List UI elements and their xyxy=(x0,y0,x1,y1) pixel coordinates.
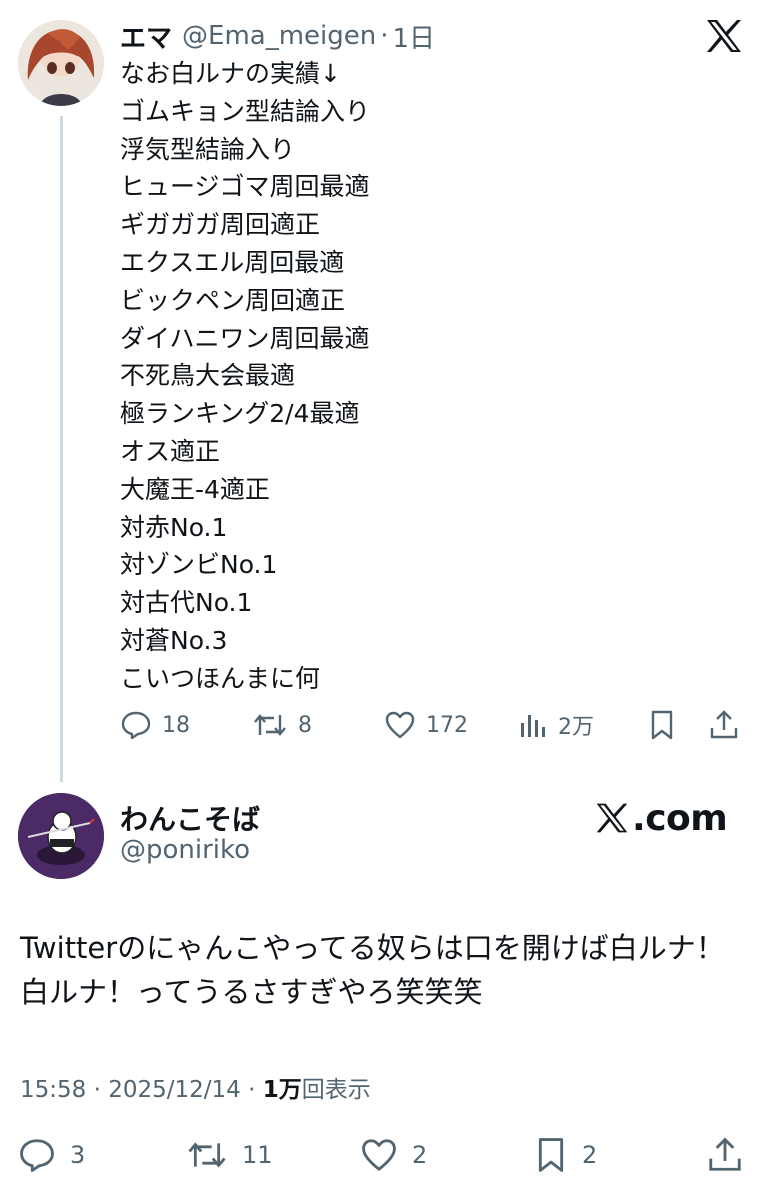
watermark-text: com xyxy=(645,797,728,839)
reply-icon xyxy=(20,1139,54,1172)
tweet-line: ヒュージゴマ周回最適 xyxy=(120,172,370,202)
tweet-line: 対ゾンビNo.1 xyxy=(120,550,278,580)
author-name[interactable]: わんこそば xyxy=(120,798,260,838)
bookmark-icon xyxy=(651,710,673,740)
reply-button[interactable]: 18 xyxy=(120,703,190,747)
retweet-icon xyxy=(254,714,286,736)
tweet-line: 対赤No.1 xyxy=(120,512,228,542)
reply-button[interactable]: 3 xyxy=(18,1133,85,1177)
views-label: 回表示 xyxy=(301,1077,371,1103)
x-com-watermark: . com xyxy=(594,796,728,840)
tweet-line: ダイハニワン周回最適 xyxy=(120,323,370,353)
tweet-line: 対蒼No.3 xyxy=(120,625,228,655)
author-name[interactable]: エマ xyxy=(120,18,172,55)
like-button[interactable]: 172 xyxy=(384,703,468,747)
thread-connector-line xyxy=(60,116,63,782)
tweet2-meta: 15:58 · 2025/12/14 · 1万回表示 xyxy=(20,1070,371,1104)
author-handle[interactable]: @Ema_meigen xyxy=(182,21,376,51)
share-button[interactable] xyxy=(708,703,740,747)
avatar-image xyxy=(18,20,104,106)
reply-icon xyxy=(121,711,151,740)
views-icon xyxy=(521,715,545,737)
tweet1-header: エマ @Ema_meigen · 1日 xyxy=(120,18,436,55)
tweet-line: 対古代No.1 xyxy=(120,588,253,618)
like-button[interactable]: 2 xyxy=(360,1133,427,1177)
tweet-line: オス適正 xyxy=(120,436,221,466)
author-avatar[interactable] xyxy=(18,20,104,106)
retweet-count: 8 xyxy=(298,712,312,738)
tweet1-action-bar: 18 8 172 2万 xyxy=(120,703,745,747)
tweet-line: 浮気型結論入り xyxy=(120,134,296,164)
views-count: 2万 xyxy=(558,715,594,740)
like-count: 2 xyxy=(412,1141,428,1169)
like-count: 172 xyxy=(426,712,468,738)
tweet-line: 極ランキング2/4最適 xyxy=(120,399,360,429)
tweet-line: ゴムキョン型結論入り xyxy=(120,96,371,126)
bookmark-icon xyxy=(538,1138,564,1172)
tweet-line: なお白ルナの実績↓ xyxy=(120,59,341,88)
bookmark-button[interactable]: 2 xyxy=(534,1133,597,1177)
bookmark-button[interactable] xyxy=(648,703,676,747)
tweet-line: ギガガガ周回適正 xyxy=(120,210,321,240)
reply-count: 18 xyxy=(162,712,190,738)
author-avatar[interactable] xyxy=(18,793,104,879)
views-button[interactable]: 2万 xyxy=(518,703,594,747)
tweet-line: こいつほんまに何 xyxy=(120,663,321,693)
x-logo-icon[interactable] xyxy=(704,18,744,54)
tweet1-text: なお白ルナの実績↓ ゴムキョン型結論入り 浮気型結論入りヒュージゴマ周回最適 ギガガガ… xyxy=(120,55,370,698)
retweet-count: 11 xyxy=(242,1141,273,1169)
x-logo-icon xyxy=(596,803,628,833)
tweet-line: ビックペン周回適正 xyxy=(120,285,346,315)
separator-dot: · xyxy=(380,21,389,51)
views-count: 1万 xyxy=(262,1077,302,1103)
reply-count: 3 xyxy=(70,1141,86,1169)
tweet2-text: Twitterのにゃんこやってる奴らは口を開けば白ルナ！白ルナ！ってうるさすぎや… xyxy=(20,931,725,1009)
tweet-time[interactable]: 15:58 xyxy=(20,1077,86,1103)
tweet-line: 不死鳥大会最適 xyxy=(120,361,296,391)
tweet-timestamp[interactable]: 1日 xyxy=(393,18,436,55)
tweet-line: エクスエル周回最適 xyxy=(120,247,345,277)
author-handle[interactable]: @poniriko xyxy=(120,835,250,865)
bookmark-count: 2 xyxy=(582,1141,598,1169)
tweet-date[interactable]: 2025/12/14 xyxy=(108,1077,241,1103)
tweet-line: 大魔王-4適正 xyxy=(120,474,270,504)
heart-icon xyxy=(385,711,415,739)
share-button[interactable] xyxy=(706,1133,744,1177)
separator-dot: · xyxy=(240,1077,263,1103)
separator-dot: · xyxy=(86,1077,109,1103)
tweet2-action-bar: 3 11 2 2 xyxy=(18,1133,743,1177)
watermark-dot: . xyxy=(632,797,646,839)
share-icon xyxy=(709,1137,741,1171)
share-icon xyxy=(710,710,738,739)
retweet-button[interactable]: 8 xyxy=(252,703,312,747)
retweet-button[interactable]: 11 xyxy=(186,1133,273,1177)
heart-icon xyxy=(362,1139,396,1171)
retweet-icon xyxy=(188,1142,226,1168)
avatar-image xyxy=(18,793,104,879)
